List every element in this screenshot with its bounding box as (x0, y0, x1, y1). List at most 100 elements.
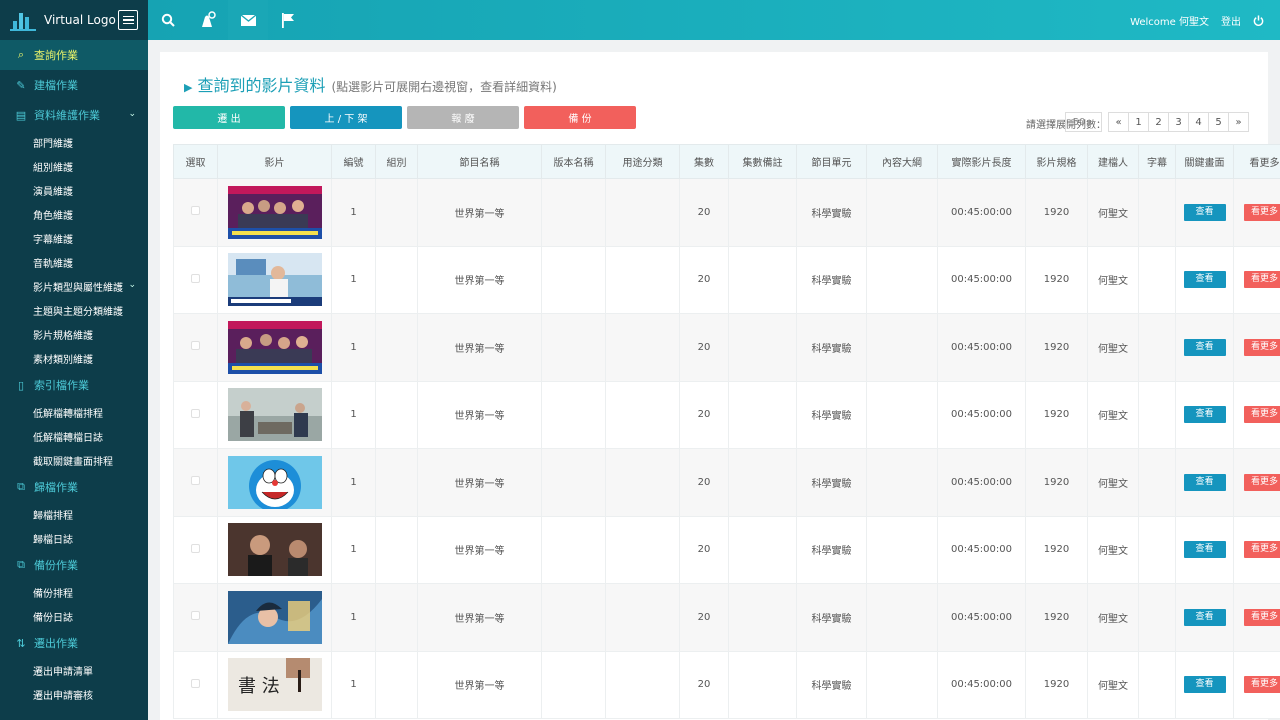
backup-button[interactable]: 備 份 (524, 106, 636, 129)
power-icon[interactable] (1253, 14, 1264, 26)
view-button[interactable]: 查看 (1183, 338, 1226, 356)
see-more-button[interactable]: 看更多 (1243, 676, 1280, 694)
video-thumbnail[interactable] (227, 320, 322, 374)
sidebar-section-4[interactable]: ⧉ 歸檔作業 (0, 472, 148, 502)
video-thumbnail[interactable] (227, 253, 322, 307)
sidebar-section-5[interactable]: ⧉ 備份作業 (0, 550, 148, 580)
sidebar-section-6[interactable]: ⇅ 遷出作業 (0, 628, 148, 658)
sidebar-item[interactable]: 遷出申請審核 (0, 682, 148, 706)
table-row[interactable]: 1 世界第一等 20 科學實驗 00:45:00:00 1920 何聖文 查看 看更多 (173, 313, 1280, 382)
video-thumbnail[interactable] (227, 523, 322, 577)
page-link[interactable]: 3 (1168, 112, 1189, 132)
view-button[interactable]: 查看 (1183, 676, 1226, 694)
video-thumbnail[interactable]: 書 法 (227, 658, 322, 712)
sidebar-item[interactable]: 影片規格維護 (0, 322, 148, 346)
sidebar-section-1[interactable]: ✎ 建檔作業 (0, 70, 148, 100)
row-checkbox[interactable] (191, 408, 200, 418)
column-header[interactable]: 影片規格 (1025, 144, 1088, 179)
sidebar-item[interactable]: 低解檔轉檔排程 (0, 400, 148, 424)
column-header[interactable]: 關鍵畫面 (1175, 144, 1234, 179)
menu-toggle-icon[interactable] (118, 10, 138, 30)
row-checkbox[interactable] (191, 611, 200, 621)
sidebar-item[interactable]: 部門維護 (0, 130, 148, 154)
column-header[interactable]: 字幕 (1138, 144, 1176, 179)
column-header[interactable]: 建檔人 (1087, 144, 1139, 179)
sidebar-item[interactable]: 組別維護 (0, 154, 148, 178)
sidebar-item[interactable]: 影片類型與屬性維護 ⌄ (0, 274, 148, 298)
view-button[interactable]: 查看 (1183, 271, 1226, 289)
column-header[interactable]: 實際影片長度 (937, 144, 1026, 179)
column-header[interactable]: 組別 (375, 144, 418, 179)
logout-link[interactable]: 登出 (1221, 13, 1241, 28)
column-header[interactable]: 集數 (679, 144, 729, 179)
video-thumbnail[interactable] (227, 590, 322, 644)
see-more-button[interactable]: 看更多 (1243, 203, 1280, 221)
mail-icon[interactable] (228, 0, 268, 40)
see-more-button[interactable]: 看更多 (1243, 608, 1280, 626)
see-more-button[interactable]: 看更多 (1243, 271, 1280, 289)
row-checkbox[interactable] (191, 543, 200, 553)
sidebar-item[interactable]: 主題與主題分類維護 (0, 298, 148, 322)
column-header[interactable]: 節目名稱 (417, 144, 542, 179)
row-checkbox[interactable] (191, 341, 200, 351)
row-checkbox[interactable] (191, 206, 200, 216)
video-thumbnail[interactable] (227, 185, 322, 239)
sidebar-item[interactable]: 素材類別維護 (0, 346, 148, 370)
sidebar-item[interactable]: 演員維護 (0, 178, 148, 202)
page-link[interactable]: « (1108, 112, 1129, 132)
video-thumbnail[interactable] (227, 388, 322, 442)
view-button[interactable]: 查看 (1183, 406, 1226, 424)
page-link[interactable]: 2 (1148, 112, 1169, 132)
column-header[interactable]: 編號 (331, 144, 376, 179)
table-row[interactable]: 書 法 1 世界第一等 20 科學實驗 00:45:00:00 1920 何聖文 查看 看更多 (173, 650, 1280, 719)
column-header[interactable]: 內容大綱 (866, 144, 938, 179)
column-header[interactable]: 節目單元 (796, 144, 867, 179)
see-more-button[interactable]: 看更多 (1243, 541, 1280, 559)
see-more-button[interactable]: 看更多 (1243, 406, 1280, 424)
sidebar-section-3[interactable]: ▯ 索引檔作業 (0, 370, 148, 400)
page-link[interactable]: 1 (1128, 112, 1149, 132)
sidebar-item[interactable]: 遷出申請清單 (0, 658, 148, 682)
sidebar-item[interactable]: 音軌維護 (0, 250, 148, 274)
view-button[interactable]: 查看 (1183, 203, 1226, 221)
sidebar-section-2[interactable]: ▤ 資料維護作業 ⌄ (0, 100, 148, 130)
see-more-button[interactable]: 看更多 (1243, 473, 1280, 491)
row-checkbox[interactable] (191, 476, 200, 486)
column-header[interactable]: 選取 (173, 144, 218, 179)
page-link[interactable]: 4 (1188, 112, 1209, 132)
sidebar-item[interactable]: 備份排程 (0, 580, 148, 604)
search-icon[interactable] (148, 0, 188, 40)
table-row[interactable]: 1 世界第一等 20 科學實驗 00:45:00:00 1920 何聖文 查看 看更多 (173, 583, 1280, 652)
page-link[interactable]: » (1228, 112, 1249, 132)
column-header[interactable]: 用途分類 (605, 144, 680, 179)
column-header[interactable]: 版本名稱 (541, 144, 606, 179)
sidebar-item[interactable]: 低解檔轉檔日誌 (0, 424, 148, 448)
rows-per-page-select[interactable]: 50 ⌄ (1065, 112, 1102, 132)
sidebar-item[interactable]: 字幕維護 (0, 226, 148, 250)
sidebar-item[interactable]: 歸檔日誌 (0, 526, 148, 550)
table-row[interactable]: 1 世界第一等 20 科學實驗 00:45:00:00 1920 何聖文 查看 看更多 (173, 448, 1280, 517)
shelve-button[interactable]: 上 / 下 架 (290, 106, 402, 129)
scrap-button[interactable]: 報 廢 (407, 106, 519, 129)
page-link[interactable]: 5 (1208, 112, 1229, 132)
sidebar-item[interactable]: 角色維護 (0, 202, 148, 226)
column-header[interactable]: 影片 (217, 144, 332, 179)
video-thumbnail[interactable] (227, 455, 322, 509)
table-row[interactable]: 1 世界第一等 20 科學實驗 00:45:00:00 1920 何聖文 查看 看更多 (173, 380, 1280, 449)
table-row[interactable]: 1 世界第一等 20 科學實驗 00:45:00:00 1920 何聖文 查看 看更多 (173, 515, 1280, 584)
flag-icon[interactable] (268, 0, 308, 40)
view-button[interactable]: 查看 (1183, 541, 1226, 559)
sidebar-item[interactable]: 截取關鍵畫面排程 (0, 448, 148, 472)
sidebar-item[interactable]: 備份日誌 (0, 604, 148, 628)
view-button[interactable]: 查看 (1183, 473, 1226, 491)
row-checkbox[interactable] (191, 273, 200, 283)
column-header[interactable]: 集數備註 (728, 144, 797, 179)
table-row[interactable]: 1 世界第一等 20 科學實驗 00:45:00:00 1920 何聖文 查看 看更多 (173, 178, 1280, 247)
view-button[interactable]: 查看 (1183, 608, 1226, 626)
see-more-button[interactable]: 看更多 (1243, 338, 1280, 356)
sidebar-item[interactable]: 歸檔排程 (0, 502, 148, 526)
check-out-button[interactable]: 遷 出 (173, 106, 285, 129)
row-checkbox[interactable] (191, 678, 200, 688)
table-row[interactable]: 1 世界第一等 20 科學實驗 00:45:00:00 1920 何聖文 查看 看更多 (173, 245, 1280, 314)
notification-icon[interactable] (188, 0, 228, 40)
